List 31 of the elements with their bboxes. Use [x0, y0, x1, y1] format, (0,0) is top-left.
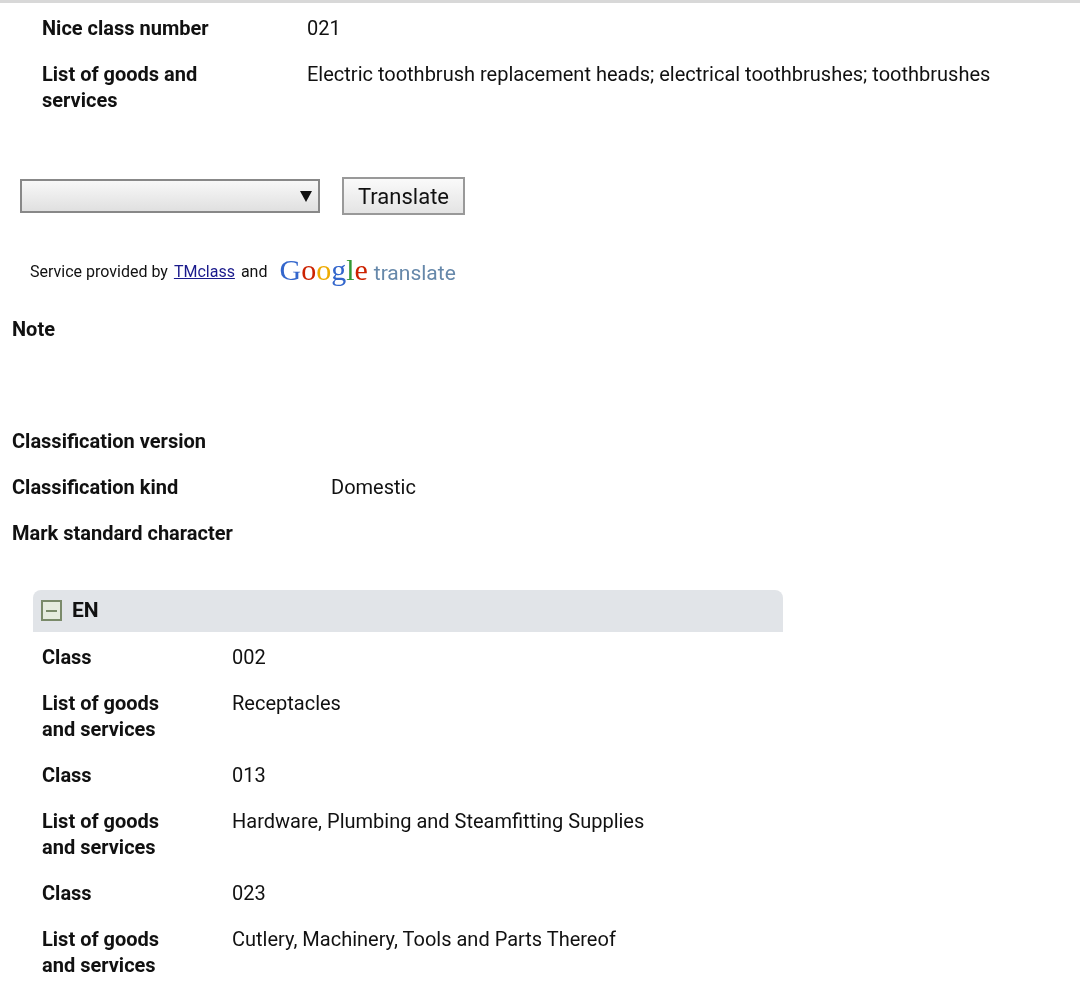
field-label: List of goods and services	[42, 807, 161, 860]
section-header[interactable]: EN	[33, 589, 783, 632]
collapse-icon[interactable]	[41, 600, 62, 621]
field-value: 023	[232, 879, 266, 906]
field-label: Mark standard character	[12, 519, 234, 546]
field-value: Domestic	[331, 473, 416, 500]
field-label: Class	[42, 879, 93, 906]
field-label: List of goods and services	[42, 925, 161, 978]
field-label: Note	[12, 315, 56, 342]
language-dropdown[interactable]	[20, 179, 320, 213]
field-value: Electric toothbrush replacement heads; electrical toothbrushes; toothbrushes	[307, 61, 991, 88]
field-value: 013	[232, 761, 266, 788]
field-value: Receptacles	[232, 689, 341, 717]
field-label: Classification version	[12, 427, 207, 454]
field-value: Cutlery, Machinery, Tools and Parts Thereof	[232, 925, 616, 953]
section-title: EN	[72, 596, 99, 624]
field-label: List of goods and services	[42, 61, 199, 113]
credit-text: Service provided by	[30, 261, 168, 284]
field-label: Nice class number	[42, 15, 210, 41]
field-label: Class	[42, 761, 93, 788]
field-label: Classification kind	[12, 473, 180, 500]
tmclass-link[interactable]: TMclass	[173, 260, 235, 285]
caret-icon	[300, 190, 312, 202]
field-value: 021	[307, 15, 341, 41]
field-value: Hardware, Plumbing and Steamfitting Supplies	[232, 807, 645, 835]
credit-text: and	[240, 261, 268, 284]
field-label: Class	[42, 643, 93, 670]
translate-button[interactable]: Translate	[342, 177, 465, 215]
google-translate-logo: Google translate	[279, 255, 456, 288]
field-value: 002	[232, 643, 266, 670]
field-label: List of goods and services	[42, 689, 161, 742]
